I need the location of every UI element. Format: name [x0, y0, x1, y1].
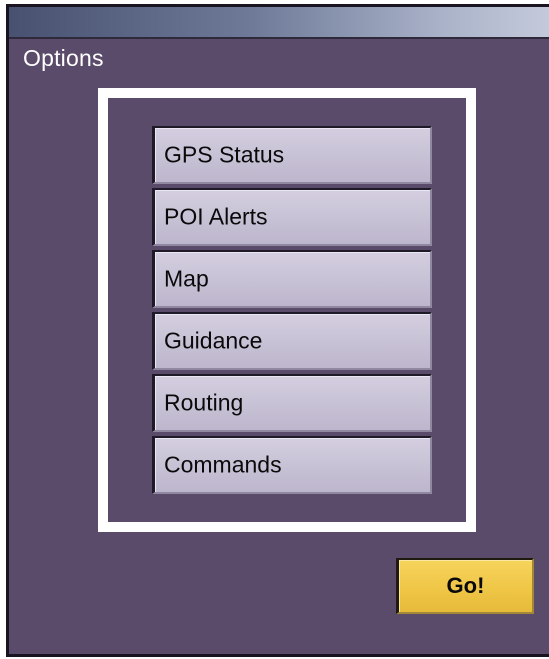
menu-item-label: Guidance: [164, 327, 263, 354]
menu-item-label: Map: [164, 265, 209, 292]
menu-item-label: Commands: [164, 451, 282, 478]
go-button-label: Go!: [446, 573, 485, 598]
options-menu-panel: GPS Status POI Alerts Map Guidance Routi…: [98, 88, 476, 532]
menu-item-routing[interactable]: Routing: [152, 374, 432, 432]
menu-item-map[interactable]: Map: [152, 250, 432, 308]
menu-item-label: POI Alerts: [164, 203, 268, 230]
window-title: Options: [23, 45, 104, 71]
menu-item-label: GPS Status: [164, 141, 285, 168]
options-window: Options GPS Status POI Alerts Map Guidan…: [6, 4, 549, 657]
menu-item-commands[interactable]: Commands: [152, 436, 432, 494]
options-menu-list: GPS Status POI Alerts Map Guidance Routi…: [152, 126, 432, 498]
menu-item-guidance[interactable]: Guidance: [152, 312, 432, 370]
title-bar: [9, 7, 549, 39]
menu-item-gps-status[interactable]: GPS Status: [152, 126, 432, 184]
menu-item-poi-alerts[interactable]: POI Alerts: [152, 188, 432, 246]
menu-item-label: Routing: [164, 389, 244, 416]
go-button[interactable]: Go!: [396, 558, 534, 614]
